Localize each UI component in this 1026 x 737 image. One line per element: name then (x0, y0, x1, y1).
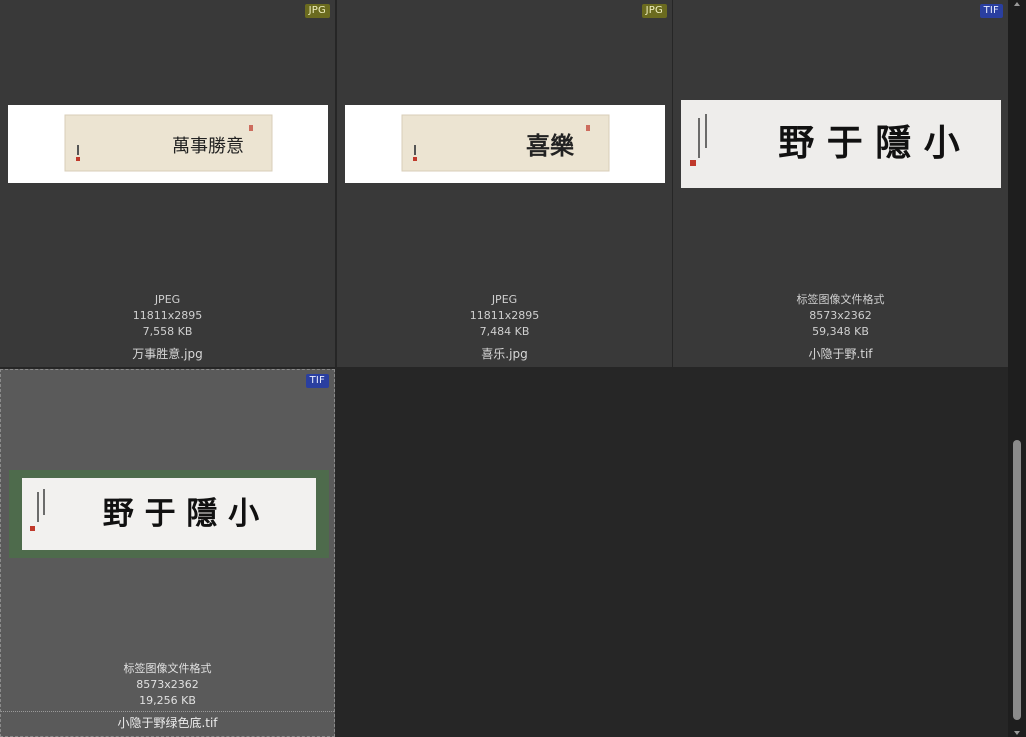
scrollbar-thumb[interactable] (1013, 440, 1021, 720)
thumbnail-grid: JPG 萬事勝意 JPEG 11811x2895 7,558 KB 万事胜意.j… (0, 0, 1008, 737)
file-size: 7,484 KB (479, 325, 530, 338)
filename-divider (1, 711, 334, 712)
file-tile-selected[interactable]: TIF 野 于 隱 小 标签图像文件格式 8573x2362 19,256 KB… (0, 369, 335, 737)
file-name[interactable]: 小隐于野.tif (673, 346, 1008, 362)
file-size: 7,558 KB (142, 325, 193, 338)
file-format: 标签图像文件格式 (123, 662, 212, 675)
calligraphy-thumbnail: 野 于 隱 小 (9, 470, 329, 558)
file-format: JPEG (491, 293, 518, 306)
file-size: 19,256 KB (139, 694, 196, 707)
arrow-down-icon (1014, 731, 1020, 735)
image-dimensions: 11811x2895 (132, 309, 203, 322)
file-tile[interactable]: JPG 萬事勝意 JPEG 11811x2895 7,558 KB 万事胜意.j… (0, 0, 335, 367)
calligraphy-text: 喜樂 (526, 131, 575, 160)
file-name[interactable]: 万事胜意.jpg (0, 346, 335, 362)
file-name[interactable]: 喜乐.jpg (337, 346, 672, 362)
calligraphy-thumbnail: 喜樂 (401, 114, 610, 172)
image-thumbnail[interactable]: 喜樂 (345, 105, 665, 183)
file-tile[interactable]: TIF 野 于 隱 小 标签图像文件格式 8573x2362 59,348 KB… (673, 0, 1008, 367)
file-format: JPEG (154, 293, 181, 306)
image-thumbnail[interactable]: 野 于 隱 小 (681, 100, 1001, 188)
file-type-badge: TIF (305, 374, 329, 388)
file-type-badge: JPG (304, 4, 330, 18)
image-thumbnail[interactable]: 萬事勝意 (8, 105, 328, 183)
file-format: 标签图像文件格式 (796, 293, 885, 306)
file-name[interactable]: 小隐于野绿色底.tif (1, 715, 334, 731)
image-dimensions: 8573x2362 (809, 309, 872, 322)
file-type-badge: JPG (641, 4, 667, 18)
arrow-up-icon (1014, 2, 1020, 6)
calligraphy-thumbnail: 萬事勝意 (64, 114, 273, 172)
image-dimensions: 11811x2895 (469, 309, 540, 322)
vertical-scrollbar[interactable] (1008, 0, 1026, 737)
calligraphy-text: 萬事勝意 (172, 136, 244, 157)
calligraphy-thumbnail: 野 于 隱 小 (681, 100, 1001, 188)
scroll-up-button[interactable] (1008, 0, 1026, 10)
calligraphy-text: 野 于 隱 小 (103, 496, 259, 532)
file-size: 59,348 KB (812, 325, 869, 338)
file-tile[interactable]: JPG 喜樂 JPEG 11811x2895 7,484 KB 喜乐.jpg (337, 0, 672, 367)
image-dimensions: 8573x2362 (136, 678, 199, 691)
file-type-badge: TIF (979, 4, 1003, 18)
scroll-down-button[interactable] (1008, 727, 1026, 737)
image-thumbnail[interactable]: 野 于 隱 小 (9, 470, 329, 558)
calligraphy-text: 野 于 隱 小 (778, 122, 960, 164)
